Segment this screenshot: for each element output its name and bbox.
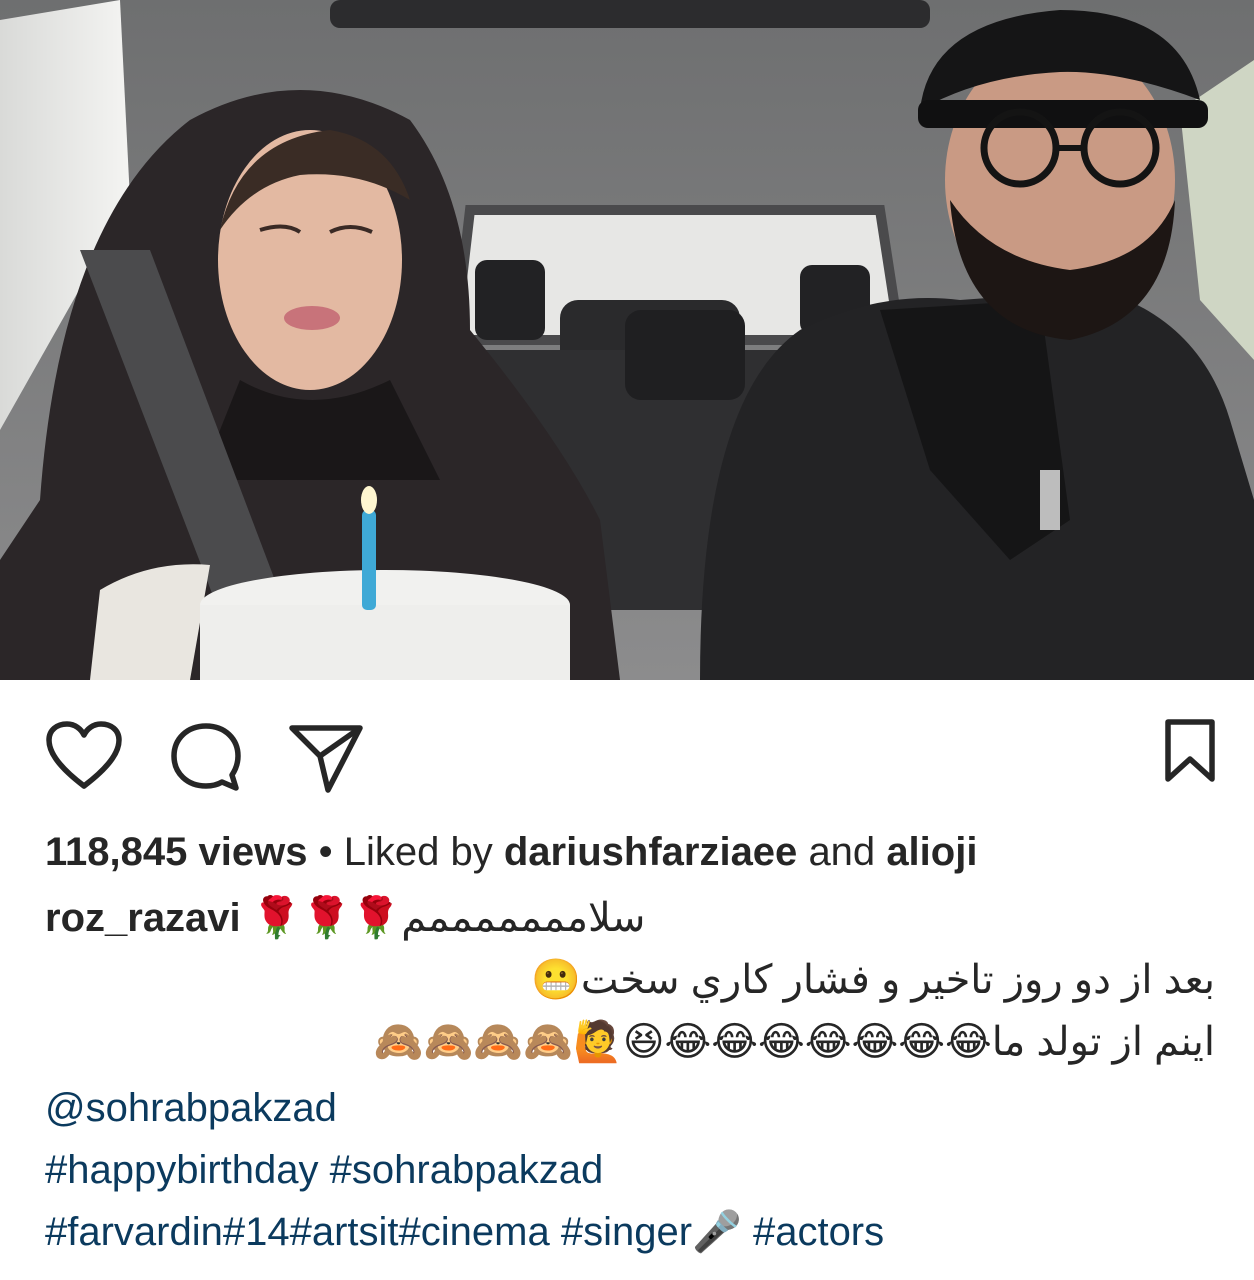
caption-text-3: اینم از تولد ما bbox=[991, 1020, 1215, 1064]
mention-line: @sohrabpakzad bbox=[45, 1082, 337, 1134]
comment-bubble-icon[interactable] bbox=[168, 720, 244, 796]
caption-username[interactable]: roz_razavi bbox=[45, 896, 241, 940]
liker-link-2[interactable]: alioji bbox=[886, 830, 977, 874]
caption-greeting: سلامممممممم bbox=[401, 896, 646, 940]
heart-icon[interactable] bbox=[45, 720, 123, 792]
separator-dot: • bbox=[318, 830, 333, 874]
stats-line: 118,845 views • Liked by dariushfarziaee… bbox=[45, 826, 977, 878]
liked-by-label: Liked by bbox=[343, 830, 493, 874]
car-selfie-photo bbox=[0, 0, 1254, 680]
liker-link-1[interactable]: dariushfarziaee bbox=[504, 830, 797, 874]
caption-line-3: اینم از تولد ما😂😂😂😂😂😂😂😆🙋🙈🙈🙈🙈 bbox=[45, 1016, 1215, 1068]
caption-text-2: بعد از دو روز تاخير و فشار كاري سخت bbox=[580, 958, 1215, 1002]
paper-plane-icon[interactable] bbox=[288, 720, 364, 796]
view-count[interactable]: 118,845 views bbox=[45, 830, 307, 874]
post-image[interactable] bbox=[0, 0, 1254, 680]
hashtag-links-1[interactable]: #happybirthday #sohrabpakzad bbox=[45, 1148, 603, 1192]
caption-first-line: roz_razavi 🌹🌹🌹سلامممممممم bbox=[45, 892, 645, 944]
rose-emoji: 🌹🌹🌹 bbox=[251, 895, 402, 941]
and-label: and bbox=[808, 830, 876, 874]
hashtag-links-2[interactable]: #farvardin#14#artsit#cinema #singer bbox=[45, 1210, 692, 1254]
mention-link[interactable]: @sohrabpakzad bbox=[45, 1086, 337, 1130]
bookmark-icon[interactable] bbox=[1163, 718, 1217, 784]
hashtags-line-2: #farvardin#14#artsit#cinema #singer🎤 #ac… bbox=[45, 1206, 884, 1258]
hashtags-line-1: #happybirthday #sohrabpakzad bbox=[45, 1144, 603, 1196]
laughing-emoji-row: 😂😂😂😂😂😂😂😆🙋🙈🙈🙈🙈 bbox=[373, 1019, 992, 1065]
caption-line-2: بعد از دو روز تاخير و فشار كاري سخت😬 bbox=[45, 954, 1215, 1006]
microphone-emoji: 🎤 bbox=[692, 1209, 742, 1255]
hashtag-actors[interactable]: #actors bbox=[742, 1210, 884, 1254]
post-action-bar bbox=[0, 680, 1254, 830]
grimace-emoji: 😬 bbox=[531, 957, 581, 1003]
